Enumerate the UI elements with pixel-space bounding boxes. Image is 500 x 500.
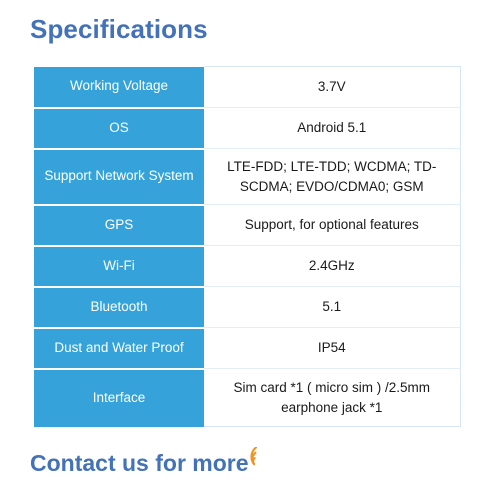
footer-contact-text: Contact us for more <box>30 450 249 476</box>
table-row: Dust and Water Proof IP54 <box>34 327 461 370</box>
spec-value-cell: Android 5.1 <box>204 107 461 149</box>
spec-value-cell: IP54 <box>204 327 461 369</box>
footer-contact-banner: Contact us for more <box>30 446 270 476</box>
spec-label-cell: GPS <box>34 204 204 247</box>
spec-label-cell: OS <box>34 107 204 150</box>
table-row: Working Voltage 3.7V <box>34 66 461 109</box>
spec-label-cell: Dust and Water Proof <box>34 327 204 370</box>
spec-label-cell: Working Voltage <box>34 66 204 109</box>
signal-waves-icon <box>249 446 270 467</box>
spec-value-cell: 3.7V <box>204 66 461 108</box>
table-row: Wi-Fi 2.4GHz <box>34 245 461 288</box>
spec-value-cell: Support, for optional features <box>204 204 461 246</box>
table-row: GPS Support, for optional features <box>34 204 461 247</box>
page-title: Specifications <box>30 14 208 44</box>
spec-label-cell: Wi-Fi <box>34 245 204 288</box>
table-body: Working Voltage 3.7V OS Android 5.1 Supp… <box>34 66 461 427</box>
table-row: OS Android 5.1 <box>34 107 461 150</box>
spec-value-cell: LTE-FDD; LTE-TDD; WCDMA; TD-SCDMA; EVDO/… <box>204 148 461 205</box>
table-row: Bluetooth 5.1 <box>34 286 461 329</box>
table-row: Support Network System LTE-FDD; LTE-TDD;… <box>34 148 461 206</box>
spec-value-cell: 2.4GHz <box>204 245 461 287</box>
spec-label-cell: Bluetooth <box>34 286 204 329</box>
spec-value-cell: Sim card *1 ( micro sim ) /2.5mm earphon… <box>204 368 461 427</box>
table-row: Interface Sim card *1 ( micro sim ) /2.5… <box>34 368 461 427</box>
specifications-table: Working Voltage 3.7V OS Android 5.1 Supp… <box>34 66 461 427</box>
spec-label-cell: Interface <box>34 368 204 427</box>
spec-label-cell: Support Network System <box>34 148 204 206</box>
spec-value-cell: 5.1 <box>204 286 461 328</box>
specifications-page: Specifications Working Voltage 3.7V OS A… <box>0 0 500 500</box>
